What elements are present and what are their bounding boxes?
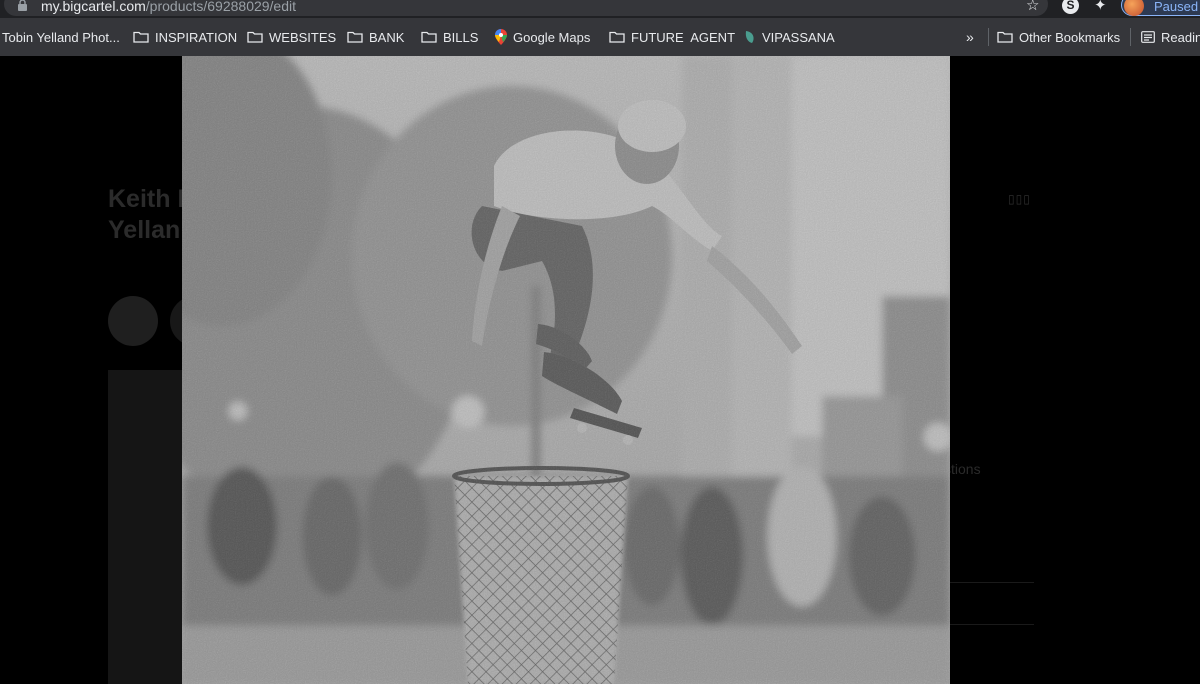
bookmarks-bar: Tobin Yelland Phot... INSPIRATION WEBSIT…: [0, 18, 1200, 56]
skateboarder-photo: [182, 56, 950, 684]
url-text[interactable]: my.bigcartel.com/products/69288029/edit: [41, 0, 296, 14]
folder-icon: [997, 31, 1013, 43]
leaf-icon: [744, 30, 756, 44]
folder-icon: [133, 31, 149, 43]
reading-list-label: Readin: [1161, 29, 1200, 45]
profile-status: Paused: [1154, 0, 1199, 14]
lightbox-photo[interactable]: [182, 56, 950, 684]
bookmark-label: Other Bookmarks: [1019, 29, 1121, 45]
lock-icon: [18, 0, 27, 11]
bookmarks-overflow-button[interactable]: »: [966, 28, 974, 46]
extension-s-icon[interactable]: S: [1062, 0, 1079, 14]
reading-list-icon: [1141, 31, 1155, 43]
product-thumbnail: [108, 296, 158, 346]
folder-icon: [609, 31, 625, 43]
product-image-card: [108, 370, 188, 684]
bookmark-bank[interactable]: BANK: [347, 28, 404, 46]
bookmark-label: BILLS: [443, 29, 479, 45]
bookmark-websites[interactable]: WEBSITES: [247, 28, 336, 46]
more-options-icon: ▯▯▯: [1008, 192, 1031, 206]
url-host: my.bigcartel.com: [41, 0, 146, 14]
url-path: /products/69288029/edit: [145, 0, 297, 14]
bookmark-star-icon[interactable]: ☆: [1026, 0, 1039, 14]
avatar: [1124, 0, 1144, 16]
bookmark-other-bookmarks[interactable]: Other Bookmarks: [997, 28, 1120, 46]
bookmark-label: VIPASSANA: [762, 29, 835, 45]
chevron-double-right-icon: »: [966, 29, 974, 45]
extensions-puzzle-icon[interactable]: ✦: [1094, 0, 1107, 14]
folder-icon: [421, 31, 437, 43]
reading-list-button[interactable]: Readin: [1141, 28, 1200, 46]
bookmark-label: BANK: [369, 29, 405, 45]
bookmarks-divider: [1130, 28, 1131, 46]
bookmark-future-agent[interactable]: FUTURE AGENT: [609, 28, 735, 46]
bookmark-label: INSPIRATION: [155, 29, 238, 45]
maps-pin-icon: [495, 29, 507, 45]
bookmark-inspiration[interactable]: INSPIRATION: [133, 28, 237, 46]
bookmark-vipassana[interactable]: VIPASSANA: [744, 28, 835, 46]
bookmark-label: WEBSITES: [269, 29, 337, 45]
profile-button[interactable]: Paused: [1121, 0, 1200, 16]
divider: [944, 624, 1034, 625]
folder-icon: [347, 31, 363, 43]
bookmark-label: Tobin Yelland Phot...: [2, 29, 120, 45]
bookmarks-divider: [988, 28, 989, 46]
address-bar[interactable]: my.bigcartel.com/products/69288029/edit …: [4, 0, 1048, 16]
bookmark-label: FUTURE AGENT: [631, 29, 736, 45]
bookmark-label: Google Maps: [513, 29, 591, 45]
divider: [944, 582, 1034, 583]
bookmark-tobin-yelland[interactable]: Tobin Yelland Phot...: [2, 28, 120, 46]
bookmark-google-maps[interactable]: Google Maps: [495, 28, 590, 46]
browser-toolbar: my.bigcartel.com/products/69288029/edit …: [0, 0, 1200, 18]
bookmark-bills[interactable]: BILLS: [421, 28, 478, 46]
folder-icon: [247, 31, 263, 43]
